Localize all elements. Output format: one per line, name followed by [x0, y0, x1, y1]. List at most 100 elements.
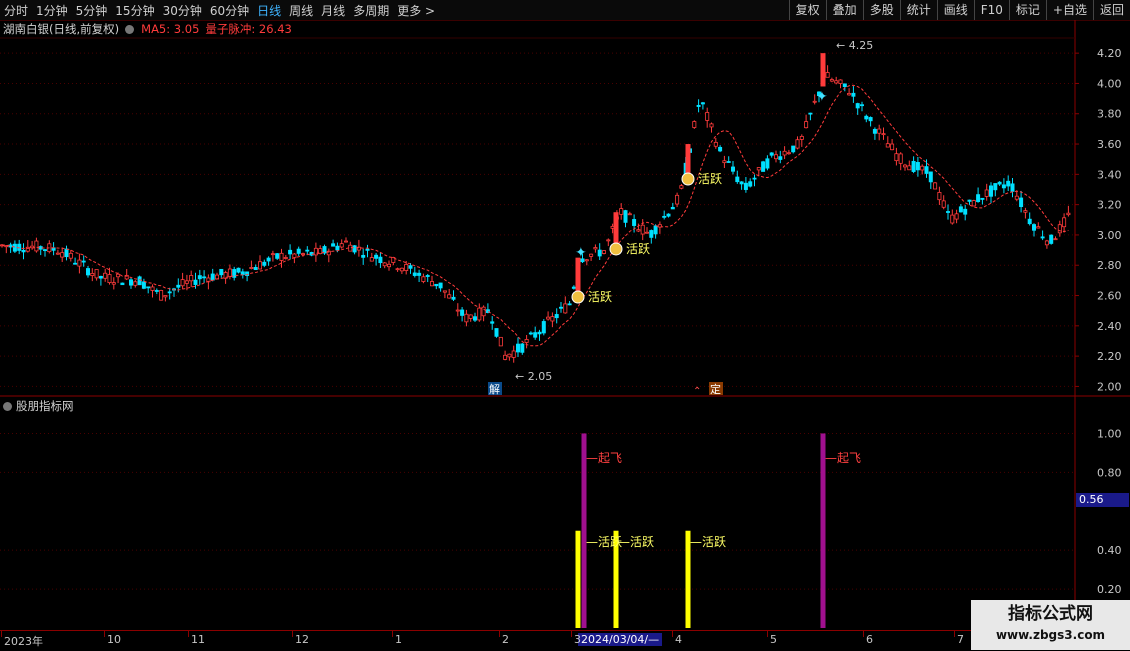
candle-body: [602, 250, 607, 254]
price-axis-label: 3.00: [1097, 229, 1122, 242]
candle-body: [1049, 234, 1054, 244]
date-tick: 11: [191, 633, 205, 646]
indicator-bar: [575, 530, 581, 628]
candle-body: [331, 243, 336, 247]
candle-body: [774, 154, 779, 160]
candle-body: [619, 208, 624, 215]
candle-body: [257, 261, 262, 270]
date-tick: 5: [770, 633, 777, 646]
candle-body: [421, 276, 426, 282]
indicator-label: —活跃: [618, 535, 654, 549]
candle-body: [937, 192, 942, 201]
date-tick-mark: [571, 631, 572, 637]
candle-body: [911, 160, 916, 172]
candle-body: [288, 249, 293, 255]
butterfly-icon: ✦: [816, 89, 828, 105]
candle-body: [176, 284, 181, 288]
candle-body: [1027, 218, 1032, 225]
candle-body: [950, 214, 955, 224]
candle-body: [429, 281, 434, 287]
candle-body: [941, 200, 946, 208]
chart-area[interactable]: 4.20 4.00 3.80 3.60 3.40 3.20 3.00 2.80 2.60 2.40…: [0, 0, 1130, 650]
candle-body: [21, 249, 26, 253]
price-axis-label: 4.20: [1097, 47, 1122, 60]
candle-body: [752, 177, 757, 180]
active-label: 活跃: [626, 242, 650, 256]
date-tick-mark: [292, 631, 293, 637]
candle-body: [731, 166, 736, 172]
candle-body: [976, 194, 981, 203]
candle-body: [915, 162, 920, 171]
candle-body: [240, 271, 245, 276]
candle-body: [881, 133, 886, 136]
date-tick: 2: [502, 633, 509, 646]
candle-body: [498, 336, 503, 347]
candle-body: [464, 313, 469, 323]
candle-body: [528, 332, 533, 335]
candle-body: [645, 231, 650, 234]
candle-body: [885, 143, 890, 148]
candle-body: [782, 150, 787, 156]
candle-body: [1036, 226, 1041, 229]
date-tick-mark: [104, 631, 105, 637]
candle-body: [141, 281, 146, 289]
candle-body: [382, 262, 387, 267]
candle-body: [713, 141, 718, 147]
indicator-label: —起飞: [825, 451, 861, 465]
candle-body: [924, 166, 929, 174]
indicator-axis-label: 0.40: [1097, 544, 1122, 557]
date-tick: 10: [107, 633, 121, 646]
date-tick: 3: [574, 633, 581, 646]
candle-body: [365, 248, 370, 251]
up-arrow-icon: ⌃: [693, 386, 701, 397]
candle-body: [107, 274, 112, 284]
price-axis-label: 3.20: [1097, 199, 1122, 212]
candle-body: [98, 275, 103, 279]
candle-body: [86, 268, 91, 276]
candle-body: [593, 247, 598, 250]
candle-body: [64, 248, 69, 258]
candle-body: [94, 269, 99, 279]
candle-body: [533, 332, 538, 338]
ding-label: 定: [710, 382, 721, 396]
candle-body: [133, 281, 138, 286]
ma5-line: [1, 84, 1069, 347]
indicator-label: —活跃: [586, 535, 622, 549]
candle-body: [460, 309, 465, 316]
candle-body: [425, 275, 430, 277]
candle-body: [210, 273, 215, 281]
candle-body: [778, 156, 783, 160]
candle-body: [860, 104, 865, 107]
candle-body: [838, 79, 843, 84]
watermark-title: 指标公式网: [1008, 604, 1093, 624]
candle-body: [313, 247, 318, 256]
date-tick-mark: [954, 631, 955, 637]
date-tick-mark: [863, 631, 864, 637]
candle-body: [571, 286, 576, 289]
signal-candle: [820, 53, 826, 87]
date-tick: 1: [395, 633, 402, 646]
candle-body: [300, 253, 305, 255]
candle-body: [503, 354, 508, 360]
candle-body: [761, 161, 766, 172]
candle-body: [481, 306, 486, 317]
candle-body: [743, 182, 748, 190]
candle-body: [451, 296, 456, 300]
candle-body: [559, 306, 564, 309]
candle-body: [90, 272, 95, 276]
candle-body: [1066, 212, 1071, 216]
candle-body: [262, 261, 267, 266]
candle-body: [894, 153, 899, 162]
candle-body: [275, 253, 280, 259]
candle-body: [786, 152, 791, 155]
candle-body: [1040, 236, 1045, 239]
candle-body: [202, 276, 207, 279]
candle-body: [606, 239, 611, 242]
candle-body: [1057, 224, 1062, 234]
candle-body: [343, 240, 348, 243]
candle-body: [120, 282, 125, 286]
date-axis: 2024/03/04/— 2023年 10 11 12 1 2 3 4 5 6 7: [0, 630, 1075, 651]
candle-body: [541, 321, 546, 334]
candle-body: [507, 353, 512, 358]
candle-body: [954, 213, 959, 220]
